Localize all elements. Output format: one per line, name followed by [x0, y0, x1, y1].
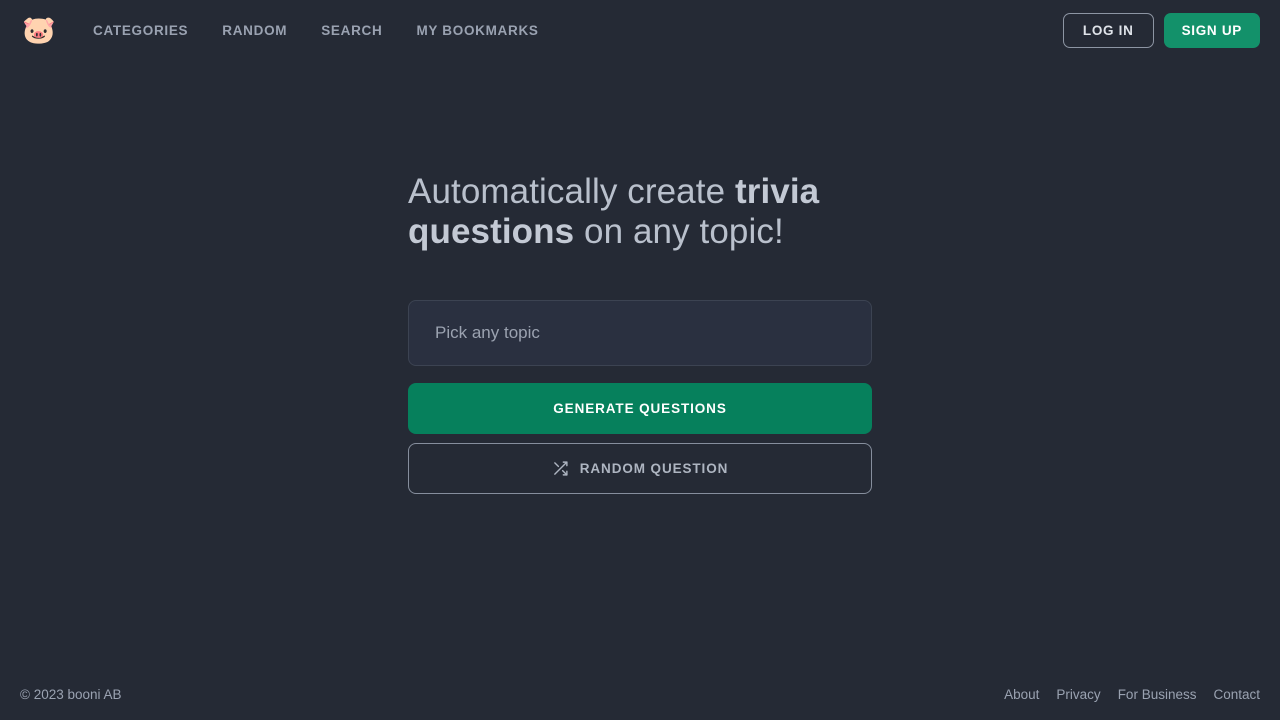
- nav-item-my-bookmarks[interactable]: MY BOOKMARKS: [399, 15, 555, 46]
- site-header: 🐷 CATEGORIES RANDOM SEARCH MY BOOKMARKS …: [0, 0, 1280, 60]
- footer-link-contact[interactable]: Contact: [1213, 687, 1260, 702]
- logo-button[interactable]: 🐷: [20, 11, 58, 49]
- footer-link-for-business[interactable]: For Business: [1118, 687, 1197, 702]
- generate-questions-button[interactable]: GENERATE QUESTIONS: [408, 383, 872, 434]
- copyright-text: © 2023 booni AB: [20, 686, 122, 702]
- footer-links: About Privacy For Business Contact: [1004, 687, 1260, 702]
- nav-item-categories[interactable]: CATEGORIES: [76, 15, 205, 46]
- main-nav: CATEGORIES RANDOM SEARCH MY BOOKMARKS: [76, 15, 556, 46]
- random-question-button[interactable]: RANDOM QUESTION: [408, 443, 872, 494]
- pig-face-icon: 🐷: [22, 14, 56, 45]
- main-content: Automatically create trivia questions on…: [0, 60, 1280, 668]
- page-root: 🐷 CATEGORIES RANDOM SEARCH MY BOOKMARKS …: [0, 0, 1280, 720]
- shuffle-icon: [552, 460, 569, 477]
- auth-actions: LOG IN SIGN UP: [1062, 12, 1260, 48]
- nav-item-random[interactable]: RANDOM: [205, 15, 304, 46]
- footer-link-about[interactable]: About: [1004, 687, 1039, 702]
- nav-item-search[interactable]: SEARCH: [304, 15, 399, 46]
- login-button[interactable]: LOG IN: [1062, 12, 1154, 48]
- headline-text-tail: on any topic!: [574, 212, 784, 251]
- page-title: Automatically create trivia questions on…: [408, 172, 872, 252]
- headline-text-lead: Automatically create: [408, 172, 735, 211]
- hero-section: Automatically create trivia questions on…: [408, 172, 872, 668]
- signup-button[interactable]: SIGN UP: [1163, 12, 1260, 48]
- topic-input[interactable]: [408, 300, 872, 366]
- random-question-label: RANDOM QUESTION: [579, 461, 729, 476]
- footer-link-privacy[interactable]: Privacy: [1056, 687, 1100, 702]
- site-footer: © 2023 booni AB About Privacy For Busine…: [0, 668, 1280, 720]
